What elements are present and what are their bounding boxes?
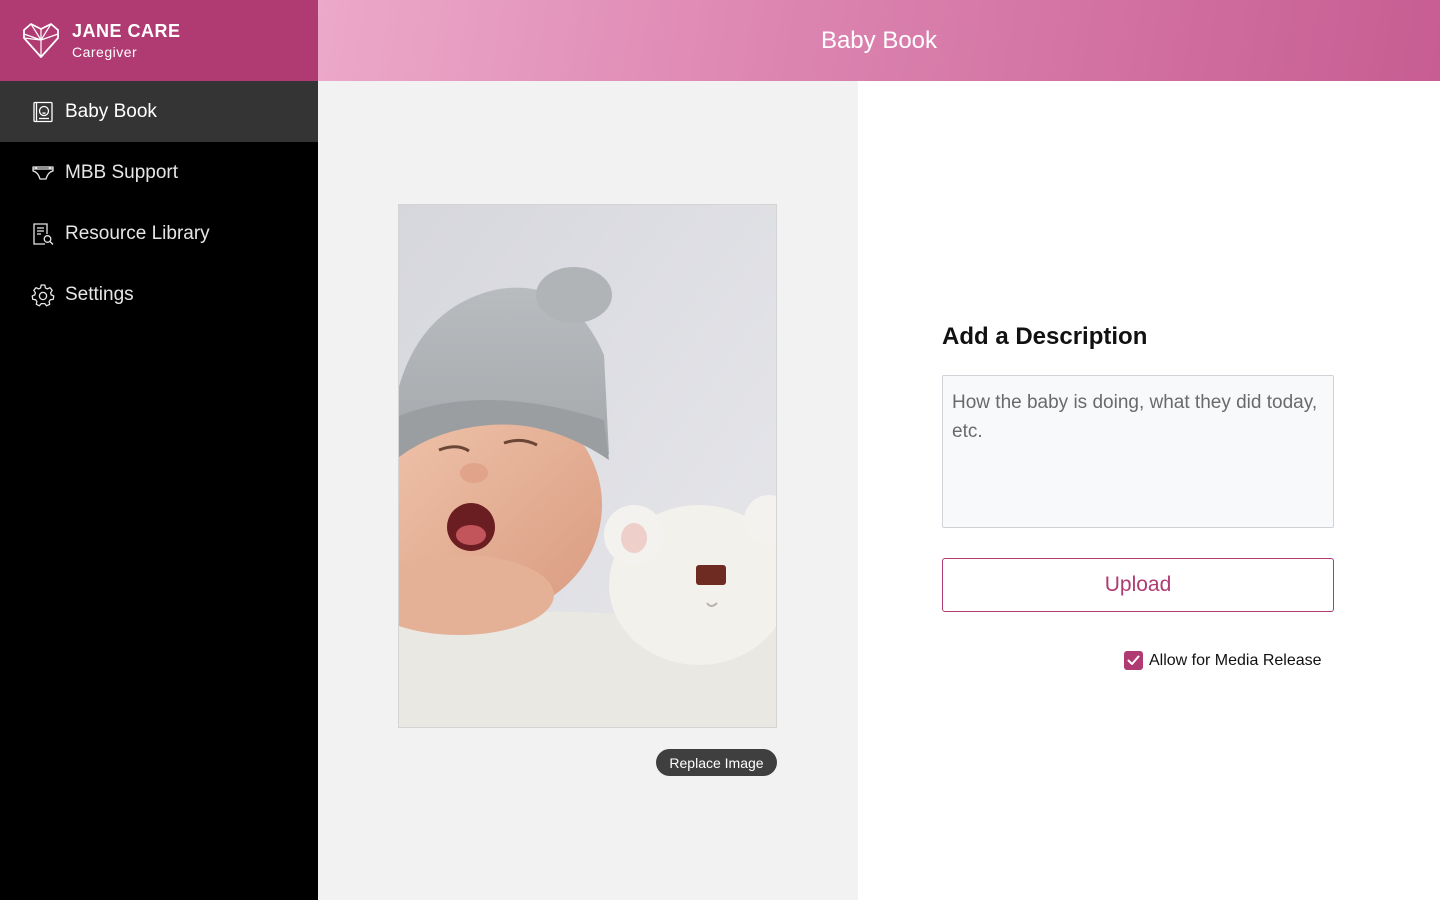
media-release-option[interactable]: Allow for Media Release [1124,651,1322,670]
sidebar-item-label: Baby Book [65,100,157,122]
description-form: Add a Description Upload Allow for Media… [858,81,1440,900]
check-icon [1127,655,1140,665]
description-input[interactable] [942,375,1334,528]
page-header: Baby Book [318,0,1440,81]
sidebar-item-label: MBB Support [65,161,178,183]
page-title: Baby Book [820,26,938,54]
upload-button[interactable]: Upload [942,558,1334,612]
media-release-label: Allow for Media Release [1149,651,1322,669]
sidebar-item-settings[interactable]: Settings [0,264,318,325]
gear-icon [31,283,55,307]
baby-book-icon [31,100,55,124]
brand-header[interactable]: JANE CARE Caregiver [0,0,318,81]
sidebar-item-label: Settings [65,283,134,305]
sidebar-item-baby-book[interactable]: Baby Book [0,81,318,142]
baby-photo [398,204,777,728]
heart-gem-icon [23,22,59,58]
description-heading: Add a Description [942,323,1148,350]
sidebar-item-resource-library[interactable]: Resource Library [0,203,318,264]
brand-name: JANE CARE [72,20,181,41]
sidebar-item-label: Resource Library [65,222,210,244]
sidebar-item-mbb-support[interactable]: MBB Support [0,142,318,203]
diaper-icon [31,161,55,185]
media-release-checkbox[interactable] [1124,651,1143,670]
image-panel: Replace Image [318,81,858,900]
sidebar: JANE CARE Caregiver Baby Book MBB Suppor… [0,0,318,900]
brand-role: Caregiver [72,44,138,61]
replace-image-button[interactable]: Replace Image [656,749,777,776]
document-search-icon [31,222,55,246]
